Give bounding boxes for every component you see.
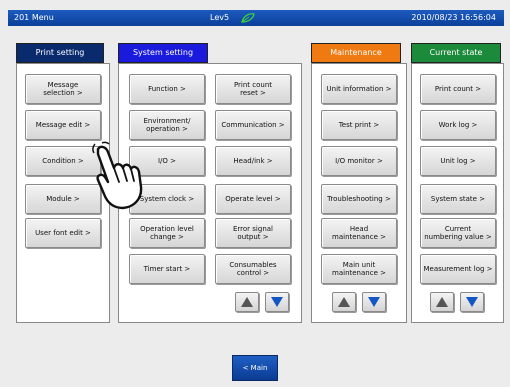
troubleshooting-button[interactable]: Troubleshooting > xyxy=(321,184,397,214)
test-print-button[interactable]: Test print > xyxy=(321,110,397,140)
arrow-up-icon xyxy=(241,297,253,307)
operation-level-change-button[interactable]: Operation level change > xyxy=(129,218,205,248)
user-level: Lev5 xyxy=(210,13,230,22)
current-state-scroll-up-button[interactable] xyxy=(430,292,454,312)
maintenance-panel: Unit information > Test print > I/O moni… xyxy=(311,63,407,323)
leaf-icon xyxy=(241,13,255,23)
tab-current-state[interactable]: Current state xyxy=(411,43,501,63)
main-button[interactable]: < Main xyxy=(232,355,278,381)
communication-button[interactable]: Communication > xyxy=(215,110,291,140)
timer-start-button[interactable]: Timer start > xyxy=(129,254,205,284)
user-font-edit-button[interactable]: User font edit > xyxy=(25,218,101,248)
main-unit-maintenance-button[interactable]: Main unit maintenance > xyxy=(321,254,397,284)
work-log-button[interactable]: Work log > xyxy=(420,110,496,140)
unit-information-button[interactable]: Unit information > xyxy=(321,74,397,104)
tab-system-setting[interactable]: System setting xyxy=(118,43,208,63)
operate-level-button[interactable]: Operate level > xyxy=(215,184,291,214)
consumables-control-button[interactable]: Consumables control > xyxy=(215,254,291,284)
maintenance-scroll-up-button[interactable] xyxy=(332,292,356,312)
module-button[interactable]: Module > xyxy=(25,184,101,214)
head-maintenance-button[interactable]: Head maintenance > xyxy=(321,218,397,248)
condition-button[interactable]: Condition > xyxy=(25,146,101,176)
arrow-down-icon xyxy=(368,297,380,307)
scroll-up-button[interactable] xyxy=(235,292,259,312)
tab-maintenance[interactable]: Maintenance xyxy=(311,43,401,63)
current-state-panel: Print count > Work log > Unit log > Syst… xyxy=(411,63,504,323)
current-numbering-value-button[interactable]: Current numbering value > xyxy=(420,218,496,248)
unit-log-button[interactable]: Unit log > xyxy=(420,146,496,176)
environment-operation-button[interactable]: Environment/ operation > xyxy=(129,110,205,140)
head-ink-button[interactable]: Head/ink > xyxy=(215,146,291,176)
menu-screen: 201 Menu Lev5 2010/08/23 16:56:04 Print … xyxy=(0,0,510,387)
error-signal-output-button[interactable]: Error signal output > xyxy=(215,218,291,248)
arrow-up-icon xyxy=(338,297,350,307)
system-state-button[interactable]: System state > xyxy=(420,184,496,214)
scroll-down-button[interactable] xyxy=(265,292,289,312)
message-selection-button[interactable]: Message selection > xyxy=(25,74,101,104)
title-bar: 201 Menu Lev5 2010/08/23 16:56:04 xyxy=(8,10,504,26)
date-time: 2010/08/23 16:56:04 xyxy=(411,13,496,22)
io-monitor-button[interactable]: I/O monitor > xyxy=(321,146,397,176)
function-button[interactable]: Function > xyxy=(129,74,205,104)
tab-print-setting[interactable]: Print setting xyxy=(16,43,104,63)
arrow-down-icon xyxy=(271,297,283,307)
maintenance-scroll-down-button[interactable] xyxy=(362,292,386,312)
current-state-scroll-down-button[interactable] xyxy=(460,292,484,312)
print-count-reset-button[interactable]: Print count reset > xyxy=(215,74,291,104)
print-count-button[interactable]: Print count > xyxy=(420,74,496,104)
menu-title: 201 Menu xyxy=(14,13,54,22)
hand-pointer-icon xyxy=(92,141,143,210)
arrow-up-icon xyxy=(436,297,448,307)
message-edit-button[interactable]: Message edit > xyxy=(25,110,101,140)
system-setting-panel: Function > Print count reset > Environme… xyxy=(118,63,302,323)
measurement-log-button[interactable]: Measurement log > xyxy=(420,254,496,284)
arrow-down-icon xyxy=(466,297,478,307)
